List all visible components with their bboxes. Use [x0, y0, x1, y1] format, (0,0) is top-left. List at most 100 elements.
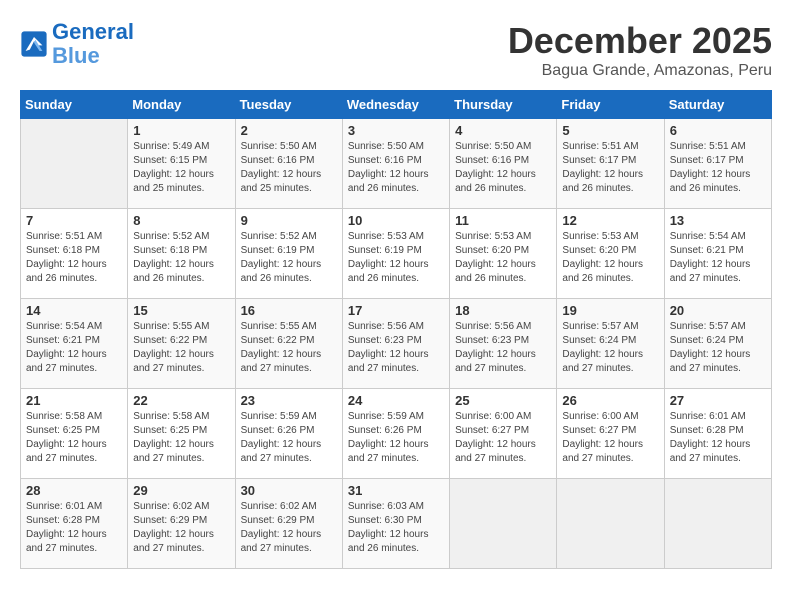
- header-tuesday: Tuesday: [235, 91, 342, 119]
- header-sunday: Sunday: [21, 91, 128, 119]
- day-info: Sunrise: 5:53 AMSunset: 6:20 PMDaylight:…: [455, 230, 551, 286]
- day-info: Sunrise: 5:50 AMSunset: 6:16 PMDaylight:…: [348, 140, 444, 196]
- calendar-cell: 4 Sunrise: 5:50 AMSunset: 6:16 PMDaylight…: [450, 119, 557, 209]
- header-saturday: Saturday: [664, 91, 771, 119]
- day-info: Sunrise: 5:55 AMSunset: 6:22 PMDaylight:…: [241, 320, 337, 376]
- day-number: 29: [133, 483, 229, 498]
- day-info: Sunrise: 6:01 AMSunset: 6:28 PMDaylight:…: [26, 500, 122, 556]
- day-info: Sunrise: 5:57 AMSunset: 6:24 PMDaylight:…: [670, 320, 766, 376]
- day-number: 14: [26, 303, 122, 318]
- calendar-cell: 3 Sunrise: 5:50 AMSunset: 6:16 PMDaylight…: [342, 119, 449, 209]
- calendar-cell: 6 Sunrise: 5:51 AMSunset: 6:17 PMDaylight…: [664, 119, 771, 209]
- calendar-cell: 2 Sunrise: 5:50 AMSunset: 6:16 PMDaylight…: [235, 119, 342, 209]
- calendar-cell: 24 Sunrise: 5:59 AMSunset: 6:26 PMDayligh…: [342, 389, 449, 479]
- day-info: Sunrise: 5:59 AMSunset: 6:26 PMDaylight:…: [348, 410, 444, 466]
- calendar-cell: 17 Sunrise: 5:56 AMSunset: 6:23 PMDayligh…: [342, 299, 449, 389]
- day-info: Sunrise: 5:53 AMSunset: 6:19 PMDaylight:…: [348, 230, 444, 286]
- day-number: 3: [348, 123, 444, 138]
- day-info: Sunrise: 5:52 AMSunset: 6:19 PMDaylight:…: [241, 230, 337, 286]
- logo-text: GeneralBlue: [52, 20, 134, 68]
- calendar-week-row: 14 Sunrise: 5:54 AMSunset: 6:21 PMDayligh…: [21, 299, 772, 389]
- day-info: Sunrise: 5:51 AMSunset: 6:17 PMDaylight:…: [670, 140, 766, 196]
- calendar-table: SundayMondayTuesdayWednesdayThursdayFrid…: [20, 90, 772, 569]
- day-number: 15: [133, 303, 229, 318]
- day-number: 4: [455, 123, 551, 138]
- day-info: Sunrise: 5:49 AMSunset: 6:15 PMDaylight:…: [133, 140, 229, 196]
- calendar-cell: [450, 479, 557, 569]
- calendar-cell: 26 Sunrise: 6:00 AMSunset: 6:27 PMDayligh…: [557, 389, 664, 479]
- day-number: 5: [562, 123, 658, 138]
- calendar-cell: 31 Sunrise: 6:03 AMSunset: 6:30 PMDayligh…: [342, 479, 449, 569]
- day-info: Sunrise: 5:50 AMSunset: 6:16 PMDaylight:…: [241, 140, 337, 196]
- title-block: December 2025 Bagua Grande, Amazonas, Pe…: [508, 20, 772, 80]
- header-monday: Monday: [128, 91, 235, 119]
- month-title: December 2025: [508, 20, 772, 62]
- day-info: Sunrise: 6:03 AMSunset: 6:30 PMDaylight:…: [348, 500, 444, 556]
- day-number: 9: [241, 213, 337, 228]
- calendar-cell: 16 Sunrise: 5:55 AMSunset: 6:22 PMDayligh…: [235, 299, 342, 389]
- day-number: 20: [670, 303, 766, 318]
- day-info: Sunrise: 5:59 AMSunset: 6:26 PMDaylight:…: [241, 410, 337, 466]
- day-number: 10: [348, 213, 444, 228]
- calendar-cell: [557, 479, 664, 569]
- header-thursday: Thursday: [450, 91, 557, 119]
- calendar-cell: 27Sunrise: 6:01 AMSunset: 6:28 PMDayligh…: [664, 389, 771, 479]
- day-number: 26: [562, 393, 658, 408]
- day-number: 1: [133, 123, 229, 138]
- day-number: 30: [241, 483, 337, 498]
- day-number: 22: [133, 393, 229, 408]
- calendar-cell: 5Sunrise: 5:51 AMSunset: 6:17 PMDaylight…: [557, 119, 664, 209]
- location: Bagua Grande, Amazonas, Peru: [508, 62, 772, 80]
- day-number: 18: [455, 303, 551, 318]
- calendar-cell: 7Sunrise: 5:51 AMSunset: 6:18 PMDaylight…: [21, 209, 128, 299]
- day-info: Sunrise: 5:56 AMSunset: 6:23 PMDaylight:…: [348, 320, 444, 376]
- calendar-week-row: 28Sunrise: 6:01 AMSunset: 6:28 PMDayligh…: [21, 479, 772, 569]
- day-info: Sunrise: 5:54 AMSunset: 6:21 PMDaylight:…: [26, 320, 122, 376]
- day-number: 24: [348, 393, 444, 408]
- calendar-week-row: 1 Sunrise: 5:49 AMSunset: 6:15 PMDaylight…: [21, 119, 772, 209]
- calendar-week-row: 7Sunrise: 5:51 AMSunset: 6:18 PMDaylight…: [21, 209, 772, 299]
- day-number: 2: [241, 123, 337, 138]
- day-number: 23: [241, 393, 337, 408]
- calendar-cell: 11 Sunrise: 5:53 AMSunset: 6:20 PMDayligh…: [450, 209, 557, 299]
- day-number: 13: [670, 213, 766, 228]
- day-info: Sunrise: 6:00 AMSunset: 6:27 PMDaylight:…: [562, 410, 658, 466]
- header-wednesday: Wednesday: [342, 91, 449, 119]
- calendar-cell: 25 Sunrise: 6:00 AMSunset: 6:27 PMDayligh…: [450, 389, 557, 479]
- calendar-cell: 30Sunrise: 6:02 AMSunset: 6:29 PMDayligh…: [235, 479, 342, 569]
- day-number: 19: [562, 303, 658, 318]
- calendar-cell: [664, 479, 771, 569]
- calendar-cell: 20 Sunrise: 5:57 AMSunset: 6:24 PMDayligh…: [664, 299, 771, 389]
- day-number: 25: [455, 393, 551, 408]
- page-header: GeneralBlue December 2025 Bagua Grande, …: [20, 20, 772, 80]
- day-info: Sunrise: 5:56 AMSunset: 6:23 PMDaylight:…: [455, 320, 551, 376]
- day-number: 31: [348, 483, 444, 498]
- day-number: 17: [348, 303, 444, 318]
- day-number: 21: [26, 393, 122, 408]
- calendar-cell: 22 Sunrise: 5:58 AMSunset: 6:25 PMDayligh…: [128, 389, 235, 479]
- calendar-cell: 8Sunrise: 5:52 AMSunset: 6:18 PMDaylight…: [128, 209, 235, 299]
- calendar-header-row: SundayMondayTuesdayWednesdayThursdayFrid…: [21, 91, 772, 119]
- day-number: 16: [241, 303, 337, 318]
- calendar-cell: 13 Sunrise: 5:54 AMSunset: 6:21 PMDayligh…: [664, 209, 771, 299]
- day-info: Sunrise: 5:58 AMSunset: 6:25 PMDaylight:…: [133, 410, 229, 466]
- day-number: 6: [670, 123, 766, 138]
- day-info: Sunrise: 6:02 AMSunset: 6:29 PMDaylight:…: [133, 500, 229, 556]
- calendar-cell: 28Sunrise: 6:01 AMSunset: 6:28 PMDayligh…: [21, 479, 128, 569]
- calendar-cell: 29 Sunrise: 6:02 AMSunset: 6:29 PMDayligh…: [128, 479, 235, 569]
- logo: GeneralBlue: [20, 20, 134, 68]
- calendar-cell: 18 Sunrise: 5:56 AMSunset: 6:23 PMDayligh…: [450, 299, 557, 389]
- day-info: Sunrise: 6:01 AMSunset: 6:28 PMDaylight:…: [670, 410, 766, 466]
- day-number: 11: [455, 213, 551, 228]
- calendar-cell: 21Sunrise: 5:58 AMSunset: 6:25 PMDayligh…: [21, 389, 128, 479]
- logo-icon: [20, 30, 48, 58]
- day-info: Sunrise: 5:55 AMSunset: 6:22 PMDaylight:…: [133, 320, 229, 376]
- day-info: Sunrise: 5:50 AMSunset: 6:16 PMDaylight:…: [455, 140, 551, 196]
- calendar-cell: 10 Sunrise: 5:53 AMSunset: 6:19 PMDayligh…: [342, 209, 449, 299]
- day-info: Sunrise: 6:00 AMSunset: 6:27 PMDaylight:…: [455, 410, 551, 466]
- day-info: Sunrise: 5:54 AMSunset: 6:21 PMDaylight:…: [670, 230, 766, 286]
- day-info: Sunrise: 5:57 AMSunset: 6:24 PMDaylight:…: [562, 320, 658, 376]
- day-number: 12: [562, 213, 658, 228]
- day-number: 7: [26, 213, 122, 228]
- day-info: Sunrise: 5:53 AMSunset: 6:20 PMDaylight:…: [562, 230, 658, 286]
